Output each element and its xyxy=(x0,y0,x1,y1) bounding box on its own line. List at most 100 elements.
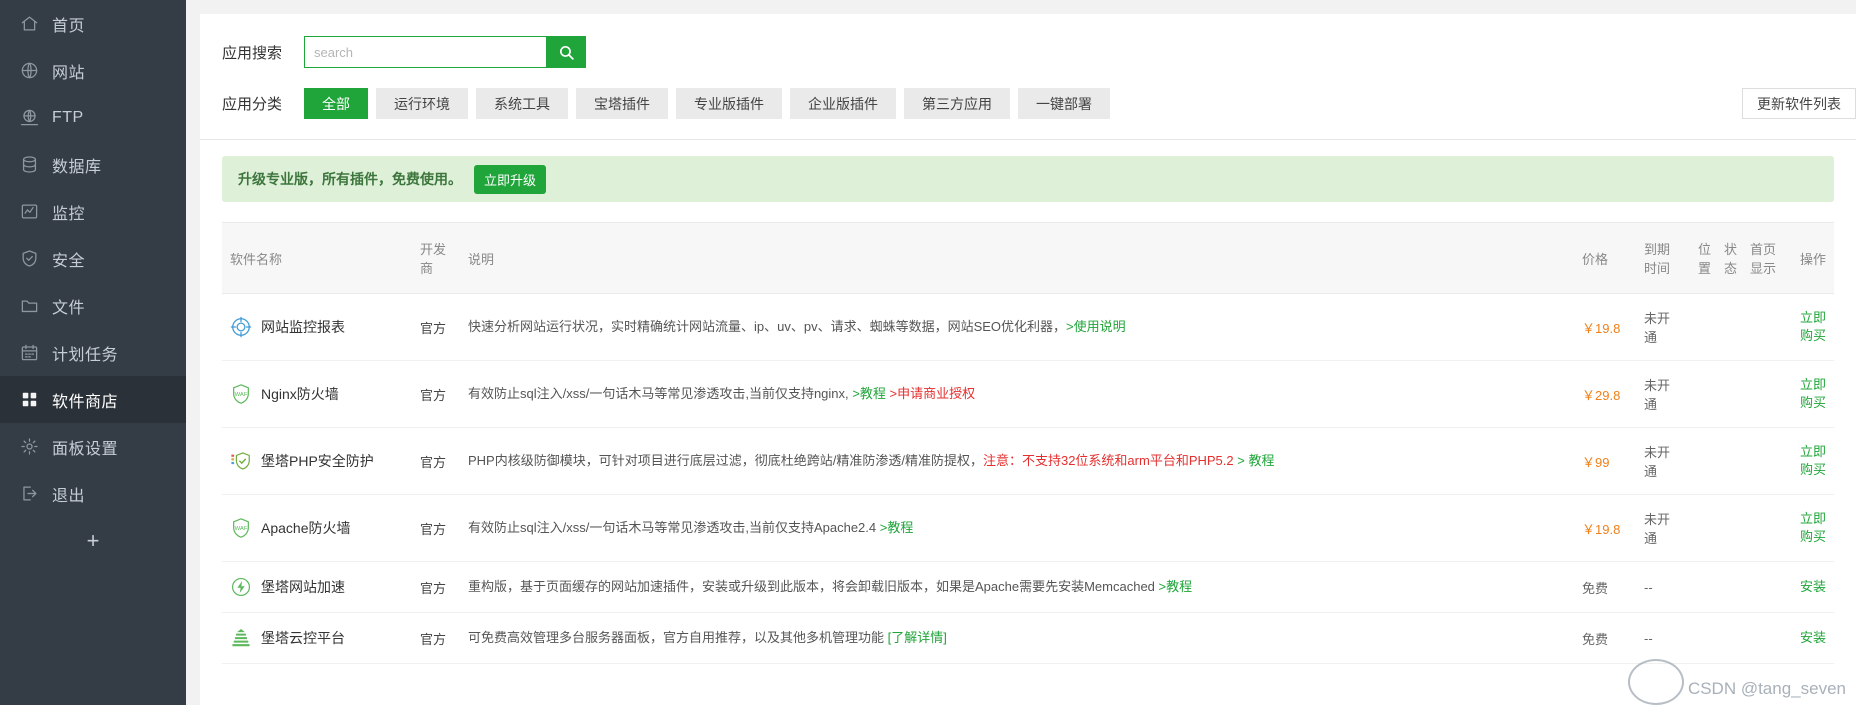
action-button[interactable]: 立即购买 xyxy=(1800,310,1826,343)
update-software-list-button[interactable]: 更新软件列表 xyxy=(1742,88,1856,119)
action-button[interactable]: 安装 xyxy=(1800,579,1826,594)
app-name: Apache防火墙 xyxy=(261,520,351,536)
cell-status xyxy=(1716,561,1742,613)
database-icon xyxy=(14,155,44,174)
cell-desc: PHP内核级防御模块，可针对项目进行底层过滤，彻底杜绝跨站/精准防渗透/精准防提… xyxy=(460,427,1574,495)
category-button-3[interactable]: 宝塔插件 xyxy=(576,88,668,119)
php-shield-icon xyxy=(230,450,252,472)
cell-expire: 未开通 xyxy=(1636,427,1690,495)
action-button[interactable]: 安装 xyxy=(1800,630,1826,645)
category-button-6[interactable]: 第三方应用 xyxy=(904,88,1010,119)
promo-banner-wrap: 升级专业版，所有插件，免费使用。 立即升级 xyxy=(200,140,1856,202)
th-expire: 到期时间 xyxy=(1636,222,1690,294)
folder-icon xyxy=(14,296,44,315)
sidebar-item-10[interactable]: 退出 xyxy=(0,470,186,517)
upgrade-now-button[interactable]: 立即升级 xyxy=(474,164,547,194)
search-input[interactable] xyxy=(304,36,546,68)
logout-icon xyxy=(14,484,44,503)
table-row: 堡塔网站加速 官方 重构版，基于页面缓存的网站加速插件，安装或升级到此版本，将会… xyxy=(222,561,1834,613)
search-button[interactable] xyxy=(546,36,586,68)
category-button-1[interactable]: 运行环境 xyxy=(376,88,468,119)
cell-homepage xyxy=(1742,494,1786,562)
desc-text: 重构版，基于页面缓存的网站加速插件，安装或升级到此版本，将会卸载旧版本，如果是A… xyxy=(468,578,1159,594)
sidebar-item-label: 安全 xyxy=(52,252,86,270)
price-value: ￥99 xyxy=(1582,454,1610,470)
cell-price: 免费 xyxy=(1574,612,1636,664)
sidebar-item-7[interactable]: 计划任务 xyxy=(0,329,186,376)
price-value: ￥19.8 xyxy=(1582,521,1621,537)
desc-link[interactable]: 注意：不支持32位系统和arm平台和PHP5.2 xyxy=(983,453,1234,468)
sidebar-item-label: 首页 xyxy=(52,17,86,35)
sidebar-item-3[interactable]: 数据库 xyxy=(0,141,186,188)
cell-homepage xyxy=(1742,612,1786,664)
desc-link[interactable]: >使用说明 xyxy=(1066,319,1126,334)
gear-icon xyxy=(14,437,44,456)
grid-icon xyxy=(14,390,44,409)
table-row: WAF Apache防火墙 官方 有效防止sql注入/xss/一句话木马等常见渗… xyxy=(222,494,1834,562)
cell-developer: 官方 xyxy=(412,561,460,613)
desc-link[interactable]: > 教程 xyxy=(1234,453,1274,468)
cell-name: 堡塔PHP安全防护 xyxy=(222,427,412,495)
sidebar-item-label: 网站 xyxy=(52,64,86,82)
cell-desc: 快速分析网站运行状况，实时精确统计网站流量、ip、uv、pv、请求、蜘蛛等数据，… xyxy=(460,293,1574,361)
promo-banner: 升级专业版，所有插件，免费使用。 立即升级 xyxy=(222,156,1834,202)
cell-position xyxy=(1690,360,1716,428)
desc-link[interactable]: >教程 xyxy=(880,520,914,535)
cell-desc: 有效防止sql注入/xss/一句话木马等常见渗透攻击,当前仅支持nginx, >… xyxy=(460,360,1574,428)
sidebar-add-button[interactable]: + xyxy=(0,517,186,565)
sidebar-item-5[interactable]: 安全 xyxy=(0,235,186,282)
search-box xyxy=(304,36,586,68)
shield-icon xyxy=(14,249,44,268)
table-row: 堡塔云控平台 官方 可免费高效管理多台服务器面板，官方自用推荐，以及其他多机管理… xyxy=(222,612,1834,664)
th-developer: 开发商 xyxy=(412,222,460,294)
desc-link[interactable]: >教程 xyxy=(1159,579,1193,594)
th-action: 操作 xyxy=(1786,222,1834,294)
sidebar-item-6[interactable]: 文件 xyxy=(0,282,186,329)
sidebar-item-0[interactable]: 首页 xyxy=(0,0,186,47)
category-button-5[interactable]: 企业版插件 xyxy=(790,88,896,119)
app-table-wrap: 软件名称 开发商 说明 价格 到期时间 位置 状态 首页显示 操作 网站监控报表… xyxy=(200,202,1856,705)
cell-expire: 未开通 xyxy=(1636,360,1690,428)
action-button[interactable]: 立即购买 xyxy=(1800,377,1826,410)
price-value: 免费 xyxy=(1582,631,1609,647)
sidebar-item-label: 监控 xyxy=(52,205,86,223)
category-button-7[interactable]: 一键部署 xyxy=(1018,88,1110,119)
cell-price: ￥29.8 xyxy=(1574,360,1636,428)
sidebar-item-label: 文件 xyxy=(52,299,86,317)
category-button-4[interactable]: 专业版插件 xyxy=(676,88,782,119)
category-button-2[interactable]: 系统工具 xyxy=(476,88,568,119)
desc-link[interactable]: >教程 xyxy=(852,386,886,401)
cell-price: ￥19.8 xyxy=(1574,494,1636,562)
cell-action: 立即购买 xyxy=(1786,293,1834,361)
cell-action: 立即购买 xyxy=(1786,494,1834,562)
app-name: Nginx防火墙 xyxy=(261,386,339,402)
cell-position xyxy=(1690,293,1716,361)
sidebar-item-2[interactable]: FTP xyxy=(0,94,186,141)
cell-position xyxy=(1690,561,1716,613)
sidebar-item-label: 计划任务 xyxy=(52,346,119,364)
monitor-icon xyxy=(14,202,44,221)
action-button[interactable]: 立即购买 xyxy=(1800,444,1826,477)
top-strip xyxy=(186,0,1856,14)
app-table: 软件名称 开发商 说明 价格 到期时间 位置 状态 首页显示 操作 网站监控报表… xyxy=(222,222,1834,664)
sidebar-item-4[interactable]: 监控 xyxy=(0,188,186,235)
cell-developer: 官方 xyxy=(412,293,460,361)
cell-developer: 官方 xyxy=(412,494,460,562)
bolt-icon xyxy=(230,576,252,598)
cell-name: WAF Nginx防火墙 xyxy=(222,360,412,428)
cell-desc: 重构版，基于页面缓存的网站加速插件，安装或升级到此版本，将会卸载旧版本，如果是A… xyxy=(460,561,1574,613)
expire-value: -- xyxy=(1644,579,1653,595)
desc-link[interactable]: [了解详情] xyxy=(888,630,947,645)
sidebar: 首页网站 FTP 数据库监控安全文件计划任务软件商店 面板设置 退出 + xyxy=(0,0,186,705)
price-value: ￥19.8 xyxy=(1582,320,1621,336)
category-button-0[interactable]: 全部 xyxy=(304,88,368,119)
cell-status xyxy=(1716,360,1742,428)
table-row: 堡塔PHP安全防护 官方 PHP内核级防御模块，可针对项目进行底层过滤，彻底杜绝… xyxy=(222,427,1834,495)
sidebar-item-8[interactable]: 软件商店 xyxy=(0,376,186,423)
desc-link[interactable]: >申请商业授权 xyxy=(886,386,975,401)
action-button[interactable]: 立即购买 xyxy=(1800,511,1826,544)
sidebar-item-9[interactable]: 面板设置 xyxy=(0,423,186,470)
expire-value: 未开通 xyxy=(1644,378,1671,412)
sidebar-item-1[interactable]: 网站 xyxy=(0,47,186,94)
cell-expire: 未开通 xyxy=(1636,494,1690,562)
